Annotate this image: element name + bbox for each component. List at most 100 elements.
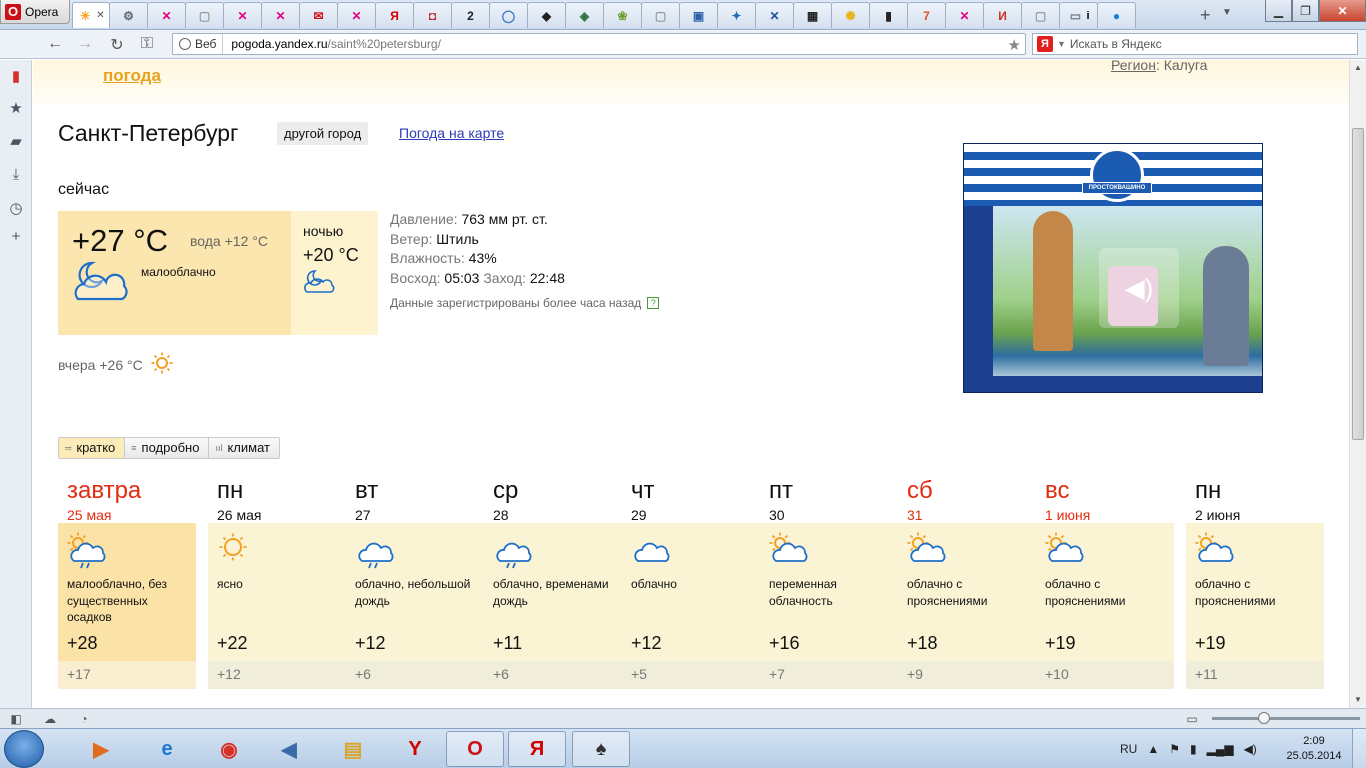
zoom-slider-knob[interactable] (1258, 712, 1270, 724)
signal-icon[interactable]: ▂▄▆ (1207, 742, 1234, 756)
clock[interactable]: 2:09 25.05.2014 (1284, 734, 1344, 764)
forecast-card[interactable]: ясно +22 (208, 523, 346, 661)
zoom-slider[interactable] (1212, 717, 1360, 720)
solitaire-app[interactable]: ♠ (572, 731, 630, 767)
language-indicator[interactable]: RU (1120, 742, 1137, 756)
tray-expand-icon[interactable]: ▲ (1147, 742, 1159, 756)
browser-tab[interactable]: ● (1097, 2, 1136, 28)
forecast-card[interactable]: малооблачно, без существенных осадков +28 (58, 523, 196, 661)
forecast-card[interactable]: облачно, временами дождь +11 (484, 523, 622, 661)
browser-tab[interactable]: И (983, 2, 1022, 28)
speaker-icon[interactable]: ◀) (1099, 248, 1179, 328)
browser-tab[interactable]: ✦ (717, 2, 756, 28)
key-icon[interactable]: ⚿ (136, 35, 158, 55)
scrollbar-thumb[interactable] (1352, 128, 1364, 440)
browser-tab[interactable]: ◯ (489, 2, 528, 28)
flag-icon[interactable]: ⚑ (1169, 742, 1180, 756)
browser-tab[interactable]: ☀ ✕ (72, 2, 110, 28)
yandex-browser-app[interactable]: Y (386, 731, 444, 767)
browser-tab[interactable]: ✺ (831, 2, 870, 28)
browser-tab[interactable]: ✕ (337, 2, 376, 28)
browser-tab[interactable]: ✕ (945, 2, 984, 28)
other-city-button[interactable]: другой город (277, 122, 369, 145)
view-tab-2[interactable]: ııl климат (209, 438, 279, 458)
close-window-button[interactable]: ✕ (1319, 0, 1366, 22)
statistics-icon[interactable]: ▮ (7, 68, 25, 86)
scroll-up-arrow-icon[interactable]: ▲ (1350, 60, 1366, 76)
reload-icon[interactable]: ↻ (106, 35, 128, 55)
browser-tab[interactable]: ✕ (223, 2, 262, 28)
history-clock-icon[interactable]: ◷ (7, 200, 25, 218)
opera-app[interactable]: O (446, 731, 504, 767)
browser-tab[interactable]: ◆ (527, 2, 566, 28)
browser-tab[interactable]: ▢ (641, 2, 680, 28)
bookmarks-star-icon[interactable]: ★ (7, 100, 25, 118)
back-arrow-icon[interactable]: ← (44, 35, 66, 55)
downloads-icon[interactable]: ⤓ (7, 166, 25, 184)
browser-tab[interactable]: ▢ (1021, 2, 1060, 28)
browser-tab[interactable]: ❀ (603, 2, 642, 28)
browser-tab[interactable]: ✕ (755, 2, 794, 28)
view-tab-1[interactable]: ≡ подробно (125, 438, 210, 458)
region-label[interactable]: Регион (1111, 60, 1156, 73)
tab-close-icon[interactable]: ✕ (96, 10, 104, 21)
power-icon[interactable]: ▮ (1190, 742, 1197, 756)
volume-app[interactable]: ◀ (260, 731, 318, 767)
browser-tab[interactable]: ✕ (147, 2, 186, 28)
browser-tab[interactable]: ✉ (299, 2, 338, 28)
forecast-card[interactable]: облачно +12 (622, 523, 760, 661)
browser-tab[interactable]: ▦ (793, 2, 832, 28)
search-engine-chevron-icon[interactable]: ▼ (1057, 39, 1066, 49)
search-input[interactable]: Я ▼ Искать в Яндекс (1032, 33, 1358, 55)
internet-explorer-app[interactable]: e (138, 731, 196, 767)
region-selector[interactable]: Регион: Калуга (1111, 60, 1207, 73)
scroll-down-arrow-icon[interactable]: ▼ (1350, 692, 1366, 708)
yandex-app[interactable]: Я (508, 731, 566, 767)
opera-menu-button[interactable]: O Opera (0, 0, 70, 24)
display-settings-icon[interactable]: ▭ (1184, 711, 1200, 727)
forecast-card[interactable]: облачно с прояснениями +19 (1036, 523, 1174, 661)
browser-tab[interactable]: Я (375, 2, 414, 28)
chrome-app[interactable]: ◉ (200, 731, 258, 767)
media-player-app[interactable]: ▶ (72, 731, 130, 767)
advertisement-banner[interactable]: ПРОСТОКВАШИНО ◀) (963, 143, 1263, 393)
tab-menu-chevron-icon[interactable]: ▼ (1222, 7, 1232, 18)
browser-tab[interactable]: ▭ i (1059, 2, 1098, 28)
browser-tab[interactable]: 7 (907, 2, 946, 28)
notes-icon[interactable]: ▰ (7, 133, 25, 151)
ad-video[interactable]: ◀) (993, 206, 1262, 376)
show-desktop-button[interactable] (1352, 729, 1366, 768)
start-button[interactable] (4, 730, 44, 768)
forecast-card[interactable]: переменная облачность +16 (760, 523, 898, 661)
browser-tab[interactable]: ▮ (869, 2, 908, 28)
bookmark-star-icon[interactable]: ★ (1008, 36, 1021, 54)
browser-tab[interactable]: 2 (451, 2, 490, 28)
explorer-app[interactable]: ▤ (324, 731, 382, 767)
add-panel-icon[interactable]: + (7, 228, 25, 246)
speed-dial-icon[interactable]: ◔ (76, 711, 92, 727)
address-bar[interactable]: Веб pogoda.yandex.ru/saint%20petersburg/… (172, 33, 1026, 55)
help-icon[interactable]: ? (647, 297, 660, 309)
weather-home-link[interactable]: погода (103, 66, 161, 86)
url-text[interactable]: pogoda.yandex.ru/saint%20petersburg/ (223, 37, 440, 51)
browser-tab[interactable]: ✕ (261, 2, 300, 28)
new-tab-button[interactable]: + (1200, 5, 1211, 26)
speaker-icon[interactable]: ◀) (1244, 742, 1257, 756)
weather-map-link[interactable]: Погода на карте (399, 125, 504, 141)
forecast-card[interactable]: облачно с прояснениями +19 (1186, 523, 1324, 661)
view-tab-0[interactable]: ═ кратко (59, 438, 126, 458)
maximize-button[interactable]: ❐ (1292, 0, 1319, 22)
browser-tab[interactable]: ◘ (413, 2, 452, 28)
forecast-card[interactable]: облачно, небольшой дождь +12 (346, 523, 484, 661)
browser-tab[interactable]: ▢ (185, 2, 224, 28)
forecast-card[interactable]: облачно с прояснениями +18 (898, 523, 1036, 661)
vertical-scrollbar[interactable]: ▲ ▼ (1349, 60, 1366, 708)
browser-tab[interactable]: ▣ (679, 2, 718, 28)
url-scope-button[interactable]: Веб (173, 34, 224, 54)
browser-tab[interactable]: ◈ (565, 2, 604, 28)
browser-tab[interactable]: ⚙ (109, 2, 148, 28)
minimize-button[interactable]: ▁ (1265, 0, 1292, 22)
forward-arrow-icon[interactable]: → (74, 35, 96, 55)
panel-toggle-icon[interactable]: ◧ (8, 711, 24, 727)
cloud-icon[interactable]: ☁ (42, 711, 58, 727)
